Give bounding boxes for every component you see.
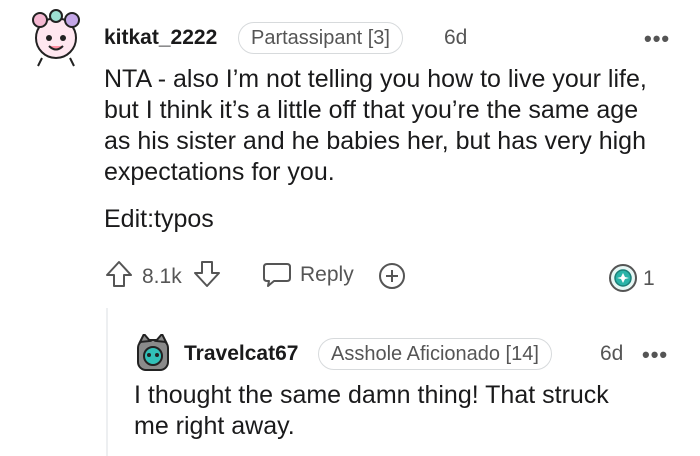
- reply-line: me right away.: [134, 412, 295, 440]
- reply-body: I thought the same damn thing! That stru…: [134, 380, 674, 442]
- arrow-down-icon[interactable]: [192, 259, 222, 294]
- avatar-image-icon: [32, 9, 80, 67]
- speech-bubble-icon: [262, 261, 292, 294]
- reply-label: Reply: [300, 263, 354, 286]
- comment-line: but I think it’s a little off that you’r…: [104, 96, 639, 124]
- award-count: 1: [643, 267, 655, 290]
- plus-circle-icon[interactable]: [377, 261, 407, 296]
- comment-line: expectations for you.: [104, 158, 335, 186]
- reply-avatar-image-icon: [137, 332, 169, 371]
- thread-line[interactable]: [106, 308, 108, 456]
- more-options-icon[interactable]: •••: [644, 26, 670, 52]
- avatar[interactable]: [28, 8, 84, 68]
- award-badge-icon[interactable]: [608, 263, 638, 298]
- reply-flair: Asshole Aficionado [14]: [318, 338, 552, 370]
- comment-line: as his sister and he babies her, but has…: [104, 127, 646, 155]
- comment-edit-note: Edit:typos: [104, 205, 214, 233]
- reply-line: I thought the same damn thing! That stru…: [134, 381, 609, 409]
- reply-more-options-icon[interactable]: •••: [642, 342, 668, 368]
- comment-username[interactable]: kitkat_2222: [104, 26, 217, 50]
- comment-body: NTA - also I’m not telling you how to li…: [104, 64, 684, 188]
- reply-age: 6d: [600, 342, 624, 365]
- arrow-up-icon[interactable]: [104, 259, 134, 294]
- vote-count: 8.1k: [142, 265, 182, 288]
- comment-age: 6d: [444, 26, 468, 49]
- comment-flair: Partassipant [3]: [238, 22, 403, 54]
- comment-line: NTA - also I’m not telling you how to li…: [104, 65, 647, 93]
- reply-username[interactable]: Travelcat67: [184, 342, 298, 366]
- reply-button[interactable]: Reply: [262, 259, 358, 291]
- reply-avatar[interactable]: [134, 332, 172, 372]
